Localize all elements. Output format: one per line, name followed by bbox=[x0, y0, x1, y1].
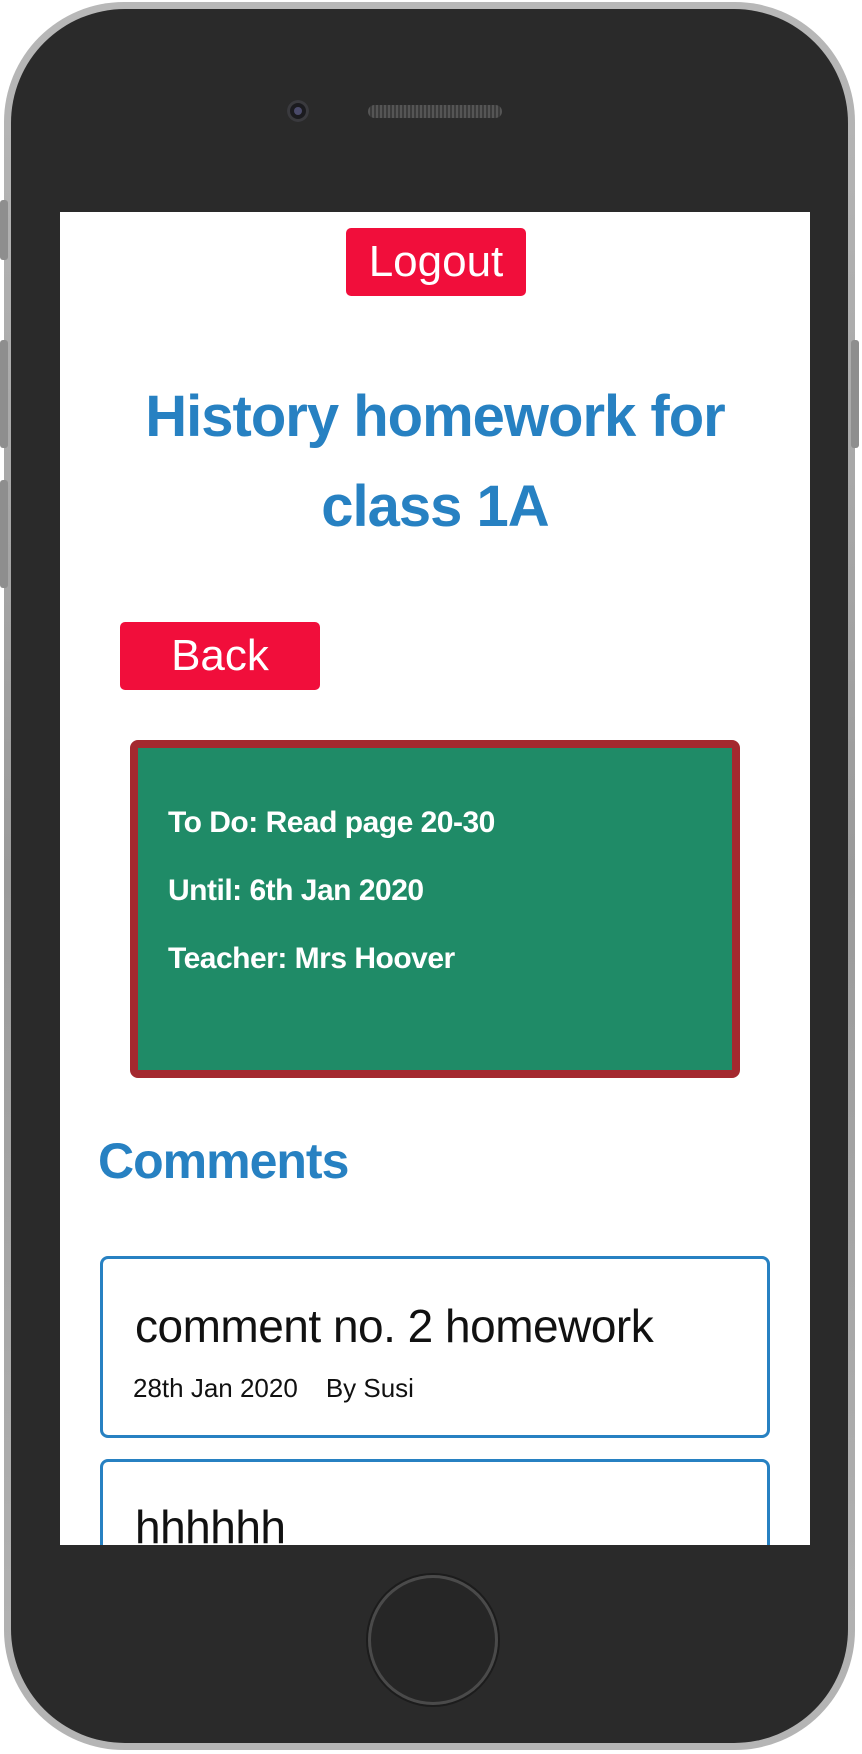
homework-due-date: Until: 6th Jan 2020 bbox=[168, 874, 424, 907]
homework-teacher: Teacher: Mrs Hoover bbox=[168, 942, 455, 975]
comment-text: hhhhhh bbox=[135, 1501, 286, 1545]
phone-frame: Logout History homework for class 1A Bac… bbox=[0, 2, 859, 1750]
volume-up-button bbox=[0, 340, 8, 448]
app-screen: Logout History homework for class 1A Bac… bbox=[60, 212, 810, 1545]
home-button-icon[interactable] bbox=[368, 1575, 498, 1705]
camera-icon bbox=[287, 100, 309, 122]
comment-card: comment no. 2 homework 28th Jan 2020 By S… bbox=[100, 1256, 770, 1438]
volume-down-button bbox=[0, 480, 8, 588]
comment-author: By Susi bbox=[325, 1373, 414, 1403]
comment-meta: 28th Jan 2020 By Susi bbox=[133, 1373, 414, 1404]
comment-card: hhhhhh bbox=[100, 1459, 770, 1545]
mute-switch bbox=[0, 200, 8, 260]
comment-date: 28th Jan 2020 bbox=[133, 1373, 298, 1403]
logout-button[interactable]: Logout bbox=[346, 228, 526, 296]
comments-heading: Comments bbox=[98, 1133, 349, 1189]
comment-text: comment no. 2 homework bbox=[135, 1300, 654, 1352]
speaker-grille-icon bbox=[368, 105, 502, 118]
power-button bbox=[851, 340, 859, 448]
homework-todo: To Do: Read page 20-30 bbox=[168, 806, 495, 839]
back-button[interactable]: Back bbox=[120, 622, 320, 690]
homework-card: To Do: Read page 20-30 Until: 6th Jan 20… bbox=[130, 740, 740, 1078]
page-title: History homework for class 1A bbox=[145, 384, 725, 539]
